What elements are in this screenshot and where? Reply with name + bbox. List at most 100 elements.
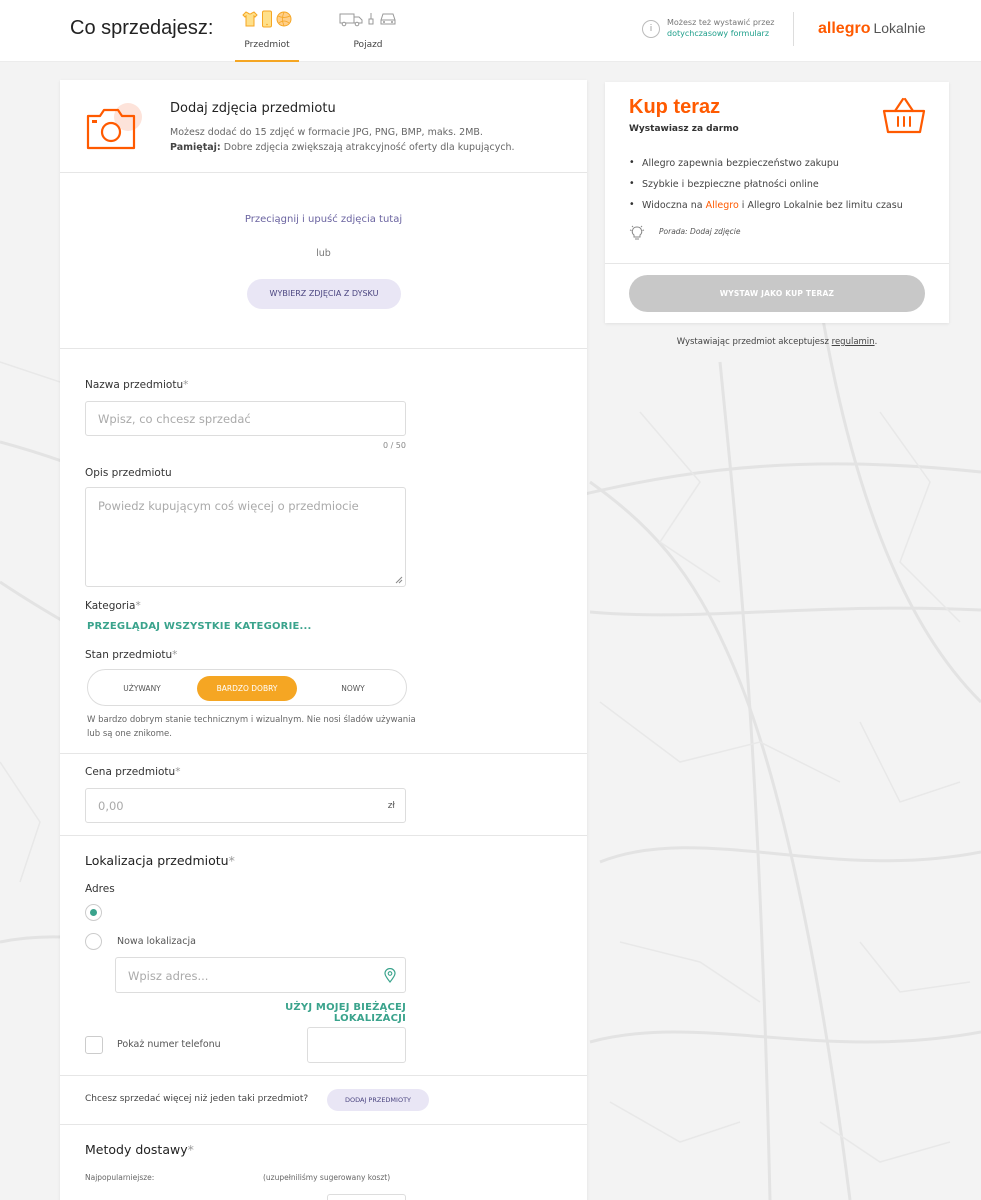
condition-label: Stan przedmiotu* bbox=[85, 649, 177, 661]
terms-link[interactable]: regulamin bbox=[832, 337, 875, 347]
benefit-text: Widoczna na bbox=[642, 200, 706, 211]
required-mark: * bbox=[228, 853, 235, 868]
buy-now-subtitle: Wystawiasz za darmo bbox=[629, 124, 739, 134]
brand-allegro: allegro bbox=[818, 20, 871, 37]
browse-categories-link[interactable]: PRZEGLĄDAJ WSZYSTKIE KATEGORIE... bbox=[87, 621, 312, 632]
location-title-text: Lokalizacja przedmiotu bbox=[85, 853, 229, 868]
buy-now-benefits: Allegro zapewnia bezpieczeństwo zakupu S… bbox=[629, 157, 903, 221]
condition-new-option[interactable]: NOWY bbox=[312, 676, 394, 701]
listing-form: Dodaj zdjęcia przedmiotu Możesz dodać do… bbox=[60, 80, 587, 1200]
shipping-cost-note: (uzupełniliśmy sugerowany koszt) bbox=[263, 1173, 391, 1182]
price-label: Cena przedmiotu* bbox=[85, 766, 180, 778]
address-input[interactable]: Wpisz adres... bbox=[115, 957, 406, 993]
buy-now-title: Kup teraz bbox=[629, 96, 721, 118]
terms-end: . bbox=[874, 337, 878, 347]
required-mark: * bbox=[187, 1142, 194, 1157]
benefit-item: Szybkie i bezpieczne płatności online bbox=[629, 178, 903, 200]
price-input[interactable]: 0,00 zł bbox=[85, 788, 406, 823]
item-name-label: Nazwa przedmiotu* bbox=[85, 379, 188, 391]
new-location-radio[interactable] bbox=[85, 933, 102, 950]
shipping-popular-label: Najpopularniejsze: bbox=[85, 1173, 155, 1182]
shipping-title: Metody dostawy* bbox=[85, 1142, 194, 1157]
saved-address-radio[interactable] bbox=[85, 904, 102, 921]
header-divider bbox=[793, 12, 794, 46]
use-current-location-link[interactable]: UŻYJ MOJEJ BIEŻĄCEJ LOKALIZACJI bbox=[230, 1002, 406, 1024]
item-name-input[interactable]: Wpisz, co chcesz sprzedać bbox=[85, 401, 406, 436]
shipping-title-text: Metody dostawy bbox=[85, 1142, 188, 1157]
top-bar: Co sprzedajesz: Przedmiot Pojazd i Możes… bbox=[0, 0, 981, 62]
price-label-text: Cena przedmiotu bbox=[85, 766, 176, 778]
location-title: Lokalizacja przedmiotu* bbox=[85, 853, 235, 868]
benefit-item: Widoczna na Allegro i Allegro Lokalnie b… bbox=[629, 199, 903, 221]
pick-photos-button[interactable]: WYBIERZ ZDJĘCIA Z DYSKU bbox=[247, 279, 401, 309]
location-pin-icon bbox=[384, 968, 396, 983]
required-mark: * bbox=[172, 649, 178, 661]
terms-text: Wystawiając przedmiot akceptujesz bbox=[676, 337, 832, 347]
camera-icon bbox=[86, 103, 142, 150]
condition-used-option[interactable]: UŻYWANY bbox=[102, 676, 182, 701]
required-mark: * bbox=[183, 379, 189, 391]
category-label: Kategoria* bbox=[85, 600, 141, 612]
or-text: lub bbox=[316, 248, 331, 259]
category-label-text: Kategoria bbox=[85, 600, 136, 612]
required-mark: * bbox=[135, 600, 141, 612]
legacy-form-text: Możesz też wystawić przez bbox=[667, 18, 775, 27]
condition-very-good-option[interactable]: BARDZO DOBRY bbox=[197, 676, 297, 701]
vehicle-category-icons bbox=[332, 4, 404, 34]
condition-description: W bardzo dobrym stanie technicznym i wiz… bbox=[87, 715, 416, 739]
phone-icon bbox=[262, 10, 272, 28]
scooter-icon bbox=[368, 13, 374, 25]
new-location-label: Nowa lokalizacja bbox=[117, 936, 196, 947]
multiple-items-question: Chcesz sprzedać więcej niż jeden taki pr… bbox=[85, 1094, 309, 1104]
resize-handle-icon[interactable] bbox=[395, 576, 403, 584]
item-name-label-text: Nazwa przedmiotu bbox=[85, 379, 184, 391]
lightbulb-icon bbox=[629, 225, 645, 240]
benefit-text: Szybkie i bezpieczne płatności online bbox=[642, 179, 819, 190]
photos-desc-bold: Pamiętaj: bbox=[170, 142, 221, 153]
item-description-placeholder: Powiedz kupującym coś więcej o przedmioc… bbox=[98, 499, 359, 513]
benefit-text: i Allegro Lokalnie bez limitu czasu bbox=[738, 200, 903, 211]
show-phone-checkbox[interactable] bbox=[85, 1036, 103, 1054]
info-icon: i bbox=[642, 20, 660, 38]
divider bbox=[60, 753, 587, 754]
divider bbox=[60, 348, 587, 349]
address-placeholder: Wpisz adres... bbox=[128, 969, 209, 983]
tab-item[interactable]: Przedmiot bbox=[235, 4, 299, 62]
show-phone-label: Pokaż numer telefonu bbox=[117, 1039, 221, 1050]
photos-title: Dodaj zdjęcia przedmiotu bbox=[170, 101, 336, 116]
divider bbox=[60, 835, 587, 836]
photo-drop-zone-text[interactable]: Przeciągnij i upuść zdjęcia tutaj bbox=[60, 214, 587, 225]
benefit-item: Allegro zapewnia bezpieczeństwo zakupu bbox=[629, 157, 903, 179]
legacy-form-link[interactable]: dotychczasowy formularz bbox=[667, 28, 775, 39]
divider bbox=[605, 263, 949, 264]
item-description-label: Opis przedmiotu bbox=[85, 467, 172, 479]
tip: Porada: Dodaj zdjęcie bbox=[629, 225, 740, 240]
buy-now-panel: Kup teraz Wystawiasz za darmo Allegro za… bbox=[605, 82, 949, 323]
tab-item-label: Przedmiot bbox=[244, 40, 290, 50]
currency-unit: zł bbox=[387, 801, 395, 811]
phone-number-input[interactable] bbox=[307, 1027, 406, 1063]
tab-vehicle[interactable]: Pojazd bbox=[332, 4, 404, 62]
shipping-cost-input[interactable] bbox=[327, 1194, 406, 1200]
item-description-textarea[interactable]: Powiedz kupującym coś więcej o przedmioc… bbox=[85, 487, 406, 587]
van-icon bbox=[339, 13, 363, 27]
tab-vehicle-label: Pojazd bbox=[353, 40, 383, 50]
address-label: Adres bbox=[85, 883, 115, 895]
photos-desc-line1: Możesz dodać do 15 zdjęć w formacie JPG,… bbox=[170, 127, 483, 138]
car-icon bbox=[380, 13, 396, 25]
legacy-form-note: i Możesz też wystawić przez dotychczasow… bbox=[642, 17, 775, 39]
basket-icon bbox=[882, 97, 926, 134]
terms-note: Wystawiając przedmiot akceptujesz regula… bbox=[605, 337, 949, 347]
add-items-button[interactable]: DODAJ PRZEDMIOTY bbox=[327, 1089, 429, 1111]
benefit-text: Allegro zapewnia bezpieczeństwo zakupu bbox=[642, 158, 839, 169]
divider bbox=[60, 1124, 587, 1125]
photos-description: Możesz dodać do 15 zdjęć w formacie JPG,… bbox=[170, 125, 570, 155]
item-name-counter: 0 / 50 bbox=[382, 441, 406, 450]
what-are-you-selling-label: Co sprzedajesz: bbox=[70, 17, 214, 39]
allegro-lokalnie-logo[interactable]: allegro Lokalnie bbox=[818, 19, 926, 38]
price-placeholder: 0,00 bbox=[98, 799, 124, 813]
list-buy-now-button[interactable]: WYSTAW JAKO KUP TERAZ bbox=[629, 275, 925, 312]
brand-lokalnie: Lokalnie bbox=[873, 20, 926, 36]
allegro-highlight: Allegro bbox=[705, 200, 739, 211]
item-category-icons bbox=[235, 4, 299, 34]
